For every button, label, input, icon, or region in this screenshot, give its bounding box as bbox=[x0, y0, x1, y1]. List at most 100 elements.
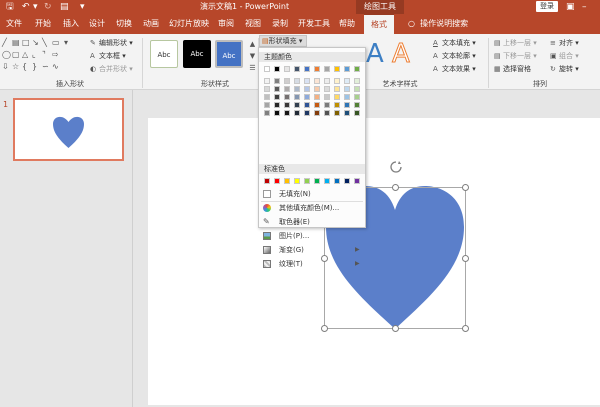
theme-shade-swatch[interactable] bbox=[324, 102, 330, 108]
theme-shade-swatch[interactable] bbox=[344, 110, 350, 116]
standard-color-swatch[interactable] bbox=[264, 178, 270, 184]
line-shape-icon[interactable]: ╱ bbox=[2, 38, 7, 47]
save-icon[interactable]: 🖫 bbox=[6, 1, 14, 13]
tab-view[interactable]: 视图 bbox=[242, 14, 264, 34]
theme-shade-swatch[interactable] bbox=[274, 110, 280, 116]
align-button[interactable]: ≡ 对齐 ▾ bbox=[550, 38, 579, 49]
theme-shade-swatch[interactable] bbox=[274, 94, 280, 100]
send-backward-button[interactable]: ▤ 下移一层 ▾ bbox=[494, 51, 537, 62]
bring-forward-button[interactable]: ▤ 上移一层 ▾ bbox=[494, 38, 537, 49]
resize-handle-right[interactable] bbox=[462, 255, 469, 262]
theme-shade-swatch[interactable] bbox=[314, 94, 320, 100]
more-styles-icon[interactable]: ☰ bbox=[248, 62, 257, 74]
edit-shape-button[interactable]: ✎ 编辑形状 ▾ bbox=[90, 38, 133, 49]
standard-color-swatch[interactable] bbox=[304, 178, 310, 184]
theme-shade-swatch[interactable] bbox=[324, 94, 330, 100]
theme-shade-swatch[interactable] bbox=[314, 102, 320, 108]
text-box-button[interactable]: A 文本框 ▾ bbox=[90, 51, 126, 62]
theme-shade-swatch[interactable] bbox=[334, 110, 340, 116]
theme-shade-swatch[interactable] bbox=[334, 86, 340, 92]
no-fill-item[interactable]: 无填充(N) bbox=[259, 187, 365, 201]
standard-color-swatch[interactable] bbox=[354, 178, 360, 184]
gradient-fill-item[interactable]: 渐变(G) ▶ bbox=[259, 243, 365, 257]
oval-shape-icon[interactable]: ◯ bbox=[2, 50, 11, 59]
arrow-shape-icon[interactable]: ↘ bbox=[32, 38, 39, 47]
theme-color-swatch[interactable] bbox=[264, 66, 270, 72]
theme-shade-swatch[interactable] bbox=[294, 94, 300, 100]
elbow-connector-shape-icon[interactable]: ⌝ bbox=[42, 50, 46, 59]
tab-format[interactable]: 格式 bbox=[364, 14, 394, 34]
theme-shade-swatch[interactable] bbox=[324, 110, 330, 116]
standard-color-swatch[interactable] bbox=[344, 178, 350, 184]
theme-shade-swatch[interactable] bbox=[274, 102, 280, 108]
tab-slideshow[interactable]: 幻灯片放映 bbox=[167, 14, 211, 34]
line-2-shape-icon[interactable]: ╲ bbox=[42, 38, 47, 47]
theme-shade-swatch[interactable] bbox=[354, 78, 360, 84]
resize-handle-bottom[interactable] bbox=[392, 325, 399, 332]
start-slideshow-icon[interactable]: ▤ bbox=[60, 1, 69, 13]
standard-color-swatch[interactable] bbox=[284, 178, 290, 184]
theme-color-swatch[interactable] bbox=[344, 66, 350, 72]
tab-transitions[interactable]: 切换 bbox=[113, 14, 135, 34]
resize-handle-top-right[interactable] bbox=[462, 184, 469, 191]
theme-shade-swatch[interactable] bbox=[344, 78, 350, 84]
undo-icon[interactable]: ↶ bbox=[22, 1, 30, 13]
theme-shade-swatch[interactable] bbox=[284, 94, 290, 100]
theme-shade-swatch[interactable] bbox=[324, 86, 330, 92]
tab-animations[interactable]: 动画 bbox=[140, 14, 162, 34]
shapes-gallery[interactable]: ╱ ▤ □ ↘ ╲ ▭ ▾ ◯ ▢ △ ⌞ ⌝ ⇨ ⇩ ☆ { } ∽ ∿ bbox=[2, 38, 86, 74]
star-shape-icon[interactable]: ☆ bbox=[12, 62, 19, 71]
theme-shade-swatch[interactable] bbox=[354, 110, 360, 116]
tell-me-search[interactable]: ○ 操作说明搜索 bbox=[408, 14, 468, 34]
redo-icon[interactable]: ↻ bbox=[44, 1, 52, 13]
theme-shade-swatch[interactable] bbox=[294, 86, 300, 92]
theme-color-swatch[interactable] bbox=[284, 66, 290, 72]
minimize-icon[interactable]: – bbox=[582, 1, 587, 13]
theme-shade-swatch[interactable] bbox=[354, 86, 360, 92]
rectangle-shape-icon[interactable]: □ bbox=[22, 38, 30, 47]
shape-fill-button[interactable]: ▤形状填充 ▾ bbox=[259, 35, 307, 47]
shape-styles-scroll[interactable]: ▲ ▼ ☰ bbox=[248, 38, 257, 76]
theme-shade-swatch[interactable] bbox=[354, 94, 360, 100]
theme-shade-swatch[interactable] bbox=[334, 78, 340, 84]
theme-shade-swatch[interactable] bbox=[334, 102, 340, 108]
brace-right-shape-icon[interactable]: } bbox=[32, 62, 37, 71]
textbox-shape-icon[interactable]: ▤ bbox=[12, 38, 20, 47]
theme-shade-swatch[interactable] bbox=[274, 86, 280, 92]
scroll-down-icon[interactable]: ▼ bbox=[248, 50, 257, 62]
theme-shade-swatch[interactable] bbox=[314, 78, 320, 84]
resize-handle-bottom-right[interactable] bbox=[462, 325, 469, 332]
group-button[interactable]: ▣ 组合 ▾ bbox=[550, 51, 579, 62]
theme-color-swatch[interactable] bbox=[354, 66, 360, 72]
theme-shade-swatch[interactable] bbox=[284, 102, 290, 108]
theme-color-swatch[interactable] bbox=[274, 66, 280, 72]
curve-shape-icon[interactable]: ∽ bbox=[42, 62, 49, 71]
merge-shapes-button[interactable]: ◐ 合并形状 ▾ bbox=[90, 64, 133, 75]
tab-home[interactable]: 开始 bbox=[32, 14, 54, 34]
theme-color-swatch[interactable] bbox=[304, 66, 310, 72]
text-fill-button[interactable]: A 文本填充 ▾ bbox=[433, 38, 476, 49]
theme-shade-swatch[interactable] bbox=[324, 78, 330, 84]
theme-shade-swatch[interactable] bbox=[284, 86, 290, 92]
scroll-up-icon[interactable]: ▲ bbox=[248, 38, 257, 50]
theme-shade-swatch[interactable] bbox=[264, 78, 270, 84]
theme-shade-swatch[interactable] bbox=[314, 86, 320, 92]
slide-thumbnail[interactable] bbox=[13, 98, 124, 161]
rectangle-2-shape-icon[interactable]: ▭ bbox=[52, 38, 60, 47]
shape-style-white[interactable]: Abc bbox=[150, 40, 178, 68]
theme-shade-swatch[interactable] bbox=[264, 110, 270, 116]
tab-developer[interactable]: 开发工具 bbox=[296, 14, 332, 34]
theme-shade-swatch[interactable] bbox=[304, 110, 310, 116]
shape-style-black[interactable]: Abc bbox=[183, 40, 211, 68]
standard-color-swatch[interactable] bbox=[294, 178, 300, 184]
theme-shade-swatch[interactable] bbox=[294, 110, 300, 116]
ribbon-display-icon[interactable]: ▣ bbox=[566, 1, 575, 13]
right-arrow-shape-icon[interactable]: ⇨ bbox=[52, 50, 59, 59]
standard-color-swatch[interactable] bbox=[324, 178, 330, 184]
theme-shade-swatch[interactable] bbox=[304, 78, 310, 84]
selection-pane-button[interactable]: ▦ 选择窗格 bbox=[494, 64, 531, 75]
standard-color-swatch[interactable] bbox=[314, 178, 320, 184]
more-shapes-icon[interactable]: ▾ bbox=[64, 38, 68, 47]
wordart-style-orange-outline[interactable]: A bbox=[392, 38, 411, 70]
customize-toolbar-icon[interactable]: ▾ bbox=[80, 1, 85, 13]
